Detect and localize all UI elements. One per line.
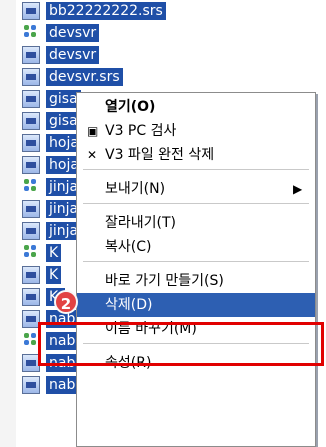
menu-item-cut[interactable]: 잘라내기(T)	[77, 211, 315, 235]
menu-item-label: 보내기(N)	[105, 181, 166, 197]
menu-item-v3-scan[interactable]: ▣ V3 PC 검사	[77, 119, 315, 143]
menu-item-delete[interactable]: 삭제(D)	[77, 293, 315, 317]
file-name: devsvr	[46, 46, 100, 64]
step-badge: 2	[54, 290, 78, 314]
file-row[interactable]: devsvr	[0, 44, 326, 66]
file-icon	[22, 68, 40, 86]
menu-separator	[83, 203, 309, 204]
submenu-arrow-icon: ▶	[293, 182, 303, 196]
menu-item-v3-delete[interactable]: ✕ V3 파일 완전 삭제	[77, 143, 315, 167]
file-icon	[22, 90, 40, 108]
file-row[interactable]: devsvr.srs	[0, 66, 326, 88]
context-menu: 열기(O) ▣ V3 PC 검사 ✕ V3 파일 완전 삭제 보내기(N) ▶ …	[76, 92, 316, 447]
file-row[interactable]: bb22222222.srs	[0, 0, 326, 22]
menu-item-send-to[interactable]: 보내기(N) ▶	[77, 177, 315, 201]
group-icon	[22, 178, 40, 196]
menu-item-copy[interactable]: 복사(C)	[77, 235, 315, 259]
menu-item-label: 삭제(D)	[105, 297, 153, 313]
file-icon	[22, 134, 40, 152]
group-icon	[22, 24, 40, 42]
file-name: bb22222222.srs	[46, 2, 166, 20]
file-icon	[22, 156, 40, 174]
file-name: K	[46, 244, 62, 262]
file-icon	[22, 288, 40, 306]
file-row[interactable]: devsvr	[0, 22, 326, 44]
file-icon	[22, 46, 40, 64]
menu-item-label: 복사(C)	[105, 239, 152, 255]
file-icon	[22, 266, 40, 284]
file-icon	[22, 2, 40, 20]
shield-icon: ▣	[87, 124, 99, 138]
delete-shield-icon: ✕	[87, 148, 98, 162]
menu-item-label: 바로 가기 만들기(S)	[105, 273, 224, 289]
file-name: devsvr.srs	[46, 68, 123, 86]
menu-item-label: 잘라내기(T)	[105, 215, 176, 231]
file-name: devsvr	[46, 24, 100, 42]
file-icon	[22, 200, 40, 218]
file-icon	[22, 112, 40, 130]
menu-item-label: V3 PC 검사	[105, 123, 177, 139]
menu-separator	[83, 261, 309, 262]
file-icon	[22, 222, 40, 240]
file-icon	[22, 376, 40, 394]
file-name: K	[46, 266, 62, 284]
group-icon	[22, 244, 40, 262]
menu-item-label: 열기(O)	[105, 99, 156, 115]
menu-item-open[interactable]: 열기(O)	[77, 95, 315, 119]
highlight-rectangle	[38, 322, 324, 366]
menu-separator	[83, 169, 309, 170]
menu-item-label: V3 파일 완전 삭제	[105, 147, 215, 163]
menu-item-create-shortcut[interactable]: 바로 가기 만들기(S)	[77, 269, 315, 293]
